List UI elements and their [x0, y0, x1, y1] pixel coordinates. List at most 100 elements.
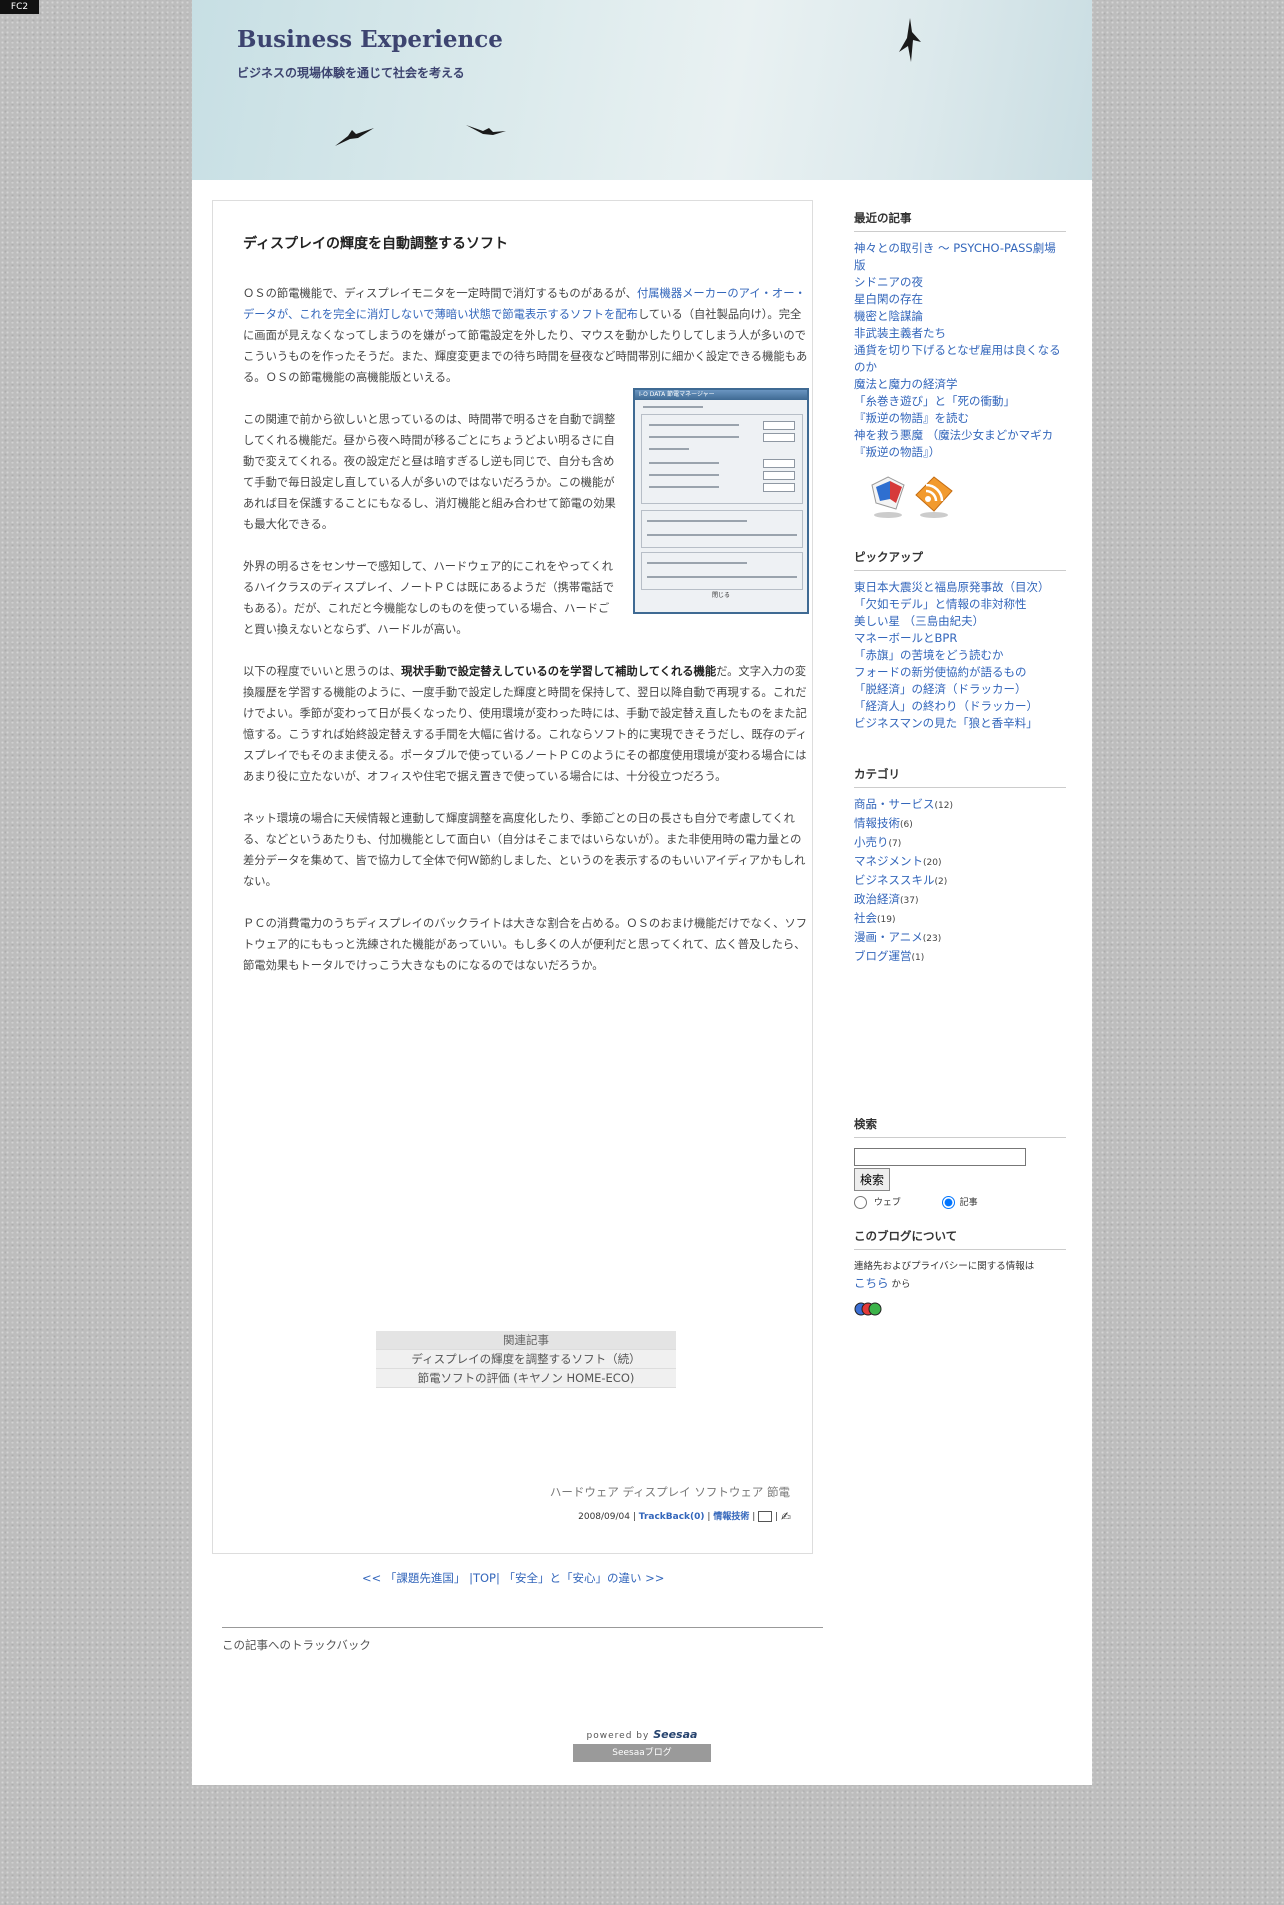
software-screenshot: I-O DATA 節電マネージャー 閉じる [633, 388, 809, 614]
post-meta: 2008/09/04 | TrackBack(0) | 情報技術 | | ✍ [578, 1509, 791, 1524]
about-link[interactable]: こちら [854, 1276, 889, 1290]
fc2-counter-icon[interactable] [854, 1301, 882, 1317]
search-scope: ウェブ 記事 [854, 1195, 1066, 1209]
category-link[interactable]: 漫画・アニメ [854, 930, 923, 944]
pickup-link[interactable]: 「赤旗」の苦境をどう読むか [854, 647, 1066, 664]
page-container: Business Experience ビジネスの現場体験を通じて社会を考える … [192, 0, 1092, 1785]
screenshot-close-label: 閉じる [711, 592, 730, 599]
category-section: カテゴリ 商品・サービス(12) 情報技術(6) 小売り(7) マネジメント(2… [854, 766, 1066, 967]
recent-article-link[interactable]: 「糸巻き遊び」と「死の衝動」 [854, 393, 1066, 410]
category-count: (6) [900, 820, 913, 830]
post-tags[interactable]: ハードウェア ディスプレイ ソフトウェア 節電 [550, 1484, 790, 1500]
trackback-section-title: この記事へのトラックバック [222, 1638, 371, 1652]
recent-article-link[interactable]: 神々との取引き ～ PSYCHO-PASS劇場版 [854, 240, 1066, 274]
category-count: (23) [922, 934, 942, 944]
top-link[interactable]: |TOP| [469, 1571, 500, 1585]
recent-article-link[interactable]: 神を救う悪魔 （魔法少女まどかマギカ『叛逆の物語』） [854, 427, 1066, 461]
pickup-link[interactable]: 美しい星 （三島由紀夫） [854, 613, 1066, 630]
about-section: このブログについて 連絡先およびプライバシーに関する情報は こちら から [854, 1228, 1066, 1321]
recent-article-link[interactable]: 魔法と魔力の経済学 [854, 376, 1066, 393]
pickup-link[interactable]: 「経済人」の終わり（ドラッカー） [854, 698, 1066, 715]
category-link[interactable]: 小売り [854, 835, 889, 849]
category-item: 漫画・アニメ(23) [854, 929, 1066, 948]
paragraph: ＰＣの消費電力のうちディスプレイのバックライトは大きな割合を占める。ＯＳのおまけ… [243, 917, 808, 972]
bird-icon [466, 125, 506, 135]
pickup-link[interactable]: 「脱経済」の経済（ドラッカー） [854, 681, 1066, 698]
pickup-link[interactable]: 「欠如モデル」と情報の非対称性 [854, 596, 1066, 613]
article: ディスプレイの輝度を自動調整するソフト ＯＳの節電機能で、ディスプレイモニタを一… [212, 200, 813, 1554]
prev-post-link[interactable]: << 「課題先進国」 [362, 1571, 465, 1585]
post-navigation: << 「課題先進国」 |TOP| 「安全」と「安心」の違い >> [362, 1570, 664, 1586]
category-link[interactable]: 政治経済 [854, 892, 900, 906]
category-item: 商品・サービス(12) [854, 796, 1066, 815]
bird-icon [899, 18, 921, 62]
blog-subtitle: ビジネスの現場体験を通じて社会を考える [237, 66, 465, 80]
recent-article-link[interactable]: 星白閑の存在 [854, 291, 1066, 308]
post-date: 2008/09/04 [578, 1512, 630, 1522]
related-article-link[interactable]: ディスプレイの輝度を調整するソフト（続） [376, 1350, 676, 1369]
bird-icon [335, 128, 374, 146]
paragraph: 以下の程度でいいと思うのは、現状手動で設定替えしているのを学習して補助してくれる… [243, 665, 808, 783]
category-title: カテゴリ [854, 766, 1066, 788]
category-item: 小売り(7) [854, 834, 1066, 853]
radio-web[interactable] [854, 1195, 867, 1209]
category-link[interactable]: ビジネススキル [854, 873, 935, 887]
share-icon[interactable]: ✍ [781, 1510, 791, 1524]
category-link[interactable]: ブログ運営 [854, 949, 912, 963]
search-title: 検索 [854, 1116, 1066, 1138]
divider [222, 1627, 823, 1628]
category-count: (7) [888, 839, 902, 849]
seesaa-blog-link[interactable]: Seesaaブログ [573, 1744, 711, 1762]
category-count: (20) [923, 858, 942, 868]
pickup-link[interactable]: 東日本大震災と福島原発事故（目次） [854, 579, 1066, 596]
category-link[interactable]: 情報技術 [854, 816, 900, 830]
category-count: (2) [934, 877, 948, 887]
search-button[interactable]: 検索 [854, 1167, 891, 1191]
category-item: 社会(19) [854, 910, 1066, 929]
feed-icons [854, 473, 1066, 523]
category-item: 政治経済(37) [854, 891, 1066, 910]
category-link[interactable]: 情報技術 [713, 1512, 749, 1522]
seesaa-logo: Seesaa [653, 1728, 698, 1741]
trackback-link[interactable]: TrackBack(0) [639, 1512, 705, 1522]
fc2-badge[interactable]: FC2 [0, 0, 39, 14]
related-header: 関連記事 [376, 1331, 676, 1350]
radio-blog[interactable] [941, 1195, 955, 1209]
category-item: 情報技術(6) [854, 815, 1066, 834]
recent-articles-title: 最近の記事 [854, 210, 1066, 232]
category-item: マネジメント(20) [854, 853, 1066, 872]
next-post-link[interactable]: 「安全」と「安心」の違い >> [504, 1571, 665, 1585]
recent-article-link[interactable]: 『叛逆の物語』を読む [854, 410, 1066, 427]
paragraph: ＯＳの節電機能で、ディスプレイモニタを一定時間で消灯するものがあるが、付属機器メ… [243, 287, 808, 384]
search-section: 検索 検索 ウェブ 記事 [854, 1116, 1066, 1209]
paragraph: ネット環境の場合に天候情報と連動して輝度調整を高度化したり、季節ごとの日の長さも… [243, 812, 806, 888]
recent-article-link[interactable]: 非武装主義者たち [854, 325, 1066, 342]
recent-article-link[interactable]: 機密と陰謀論 [854, 308, 1066, 325]
category-item: ビジネススキル(2) [854, 872, 1066, 891]
post-body: ＯＳの節電機能で、ディスプレイモニタを一定時間で消灯するものがあるが、付属機器メ… [243, 283, 809, 997]
recent-article-link[interactable]: 通貨を切り下げるとなぜ雇用は良くなるのか [854, 342, 1066, 376]
bookmark-icon[interactable] [758, 1511, 773, 1522]
pickup-link[interactable]: フォードの新労使協約が語るもの [854, 664, 1066, 681]
related-article-link[interactable]: 節電ソフトの評価 (キヤノン HOME-ECO) [376, 1369, 676, 1388]
seesaa-banner[interactable]: powered by Seesaa Seesaaブログ [573, 1726, 711, 1762]
category-link[interactable]: 社会 [854, 911, 877, 925]
pickup-title: ピックアップ [854, 549, 1066, 571]
pickup-link[interactable]: マネーボールとBPR [854, 630, 1066, 647]
search-input[interactable] [854, 1147, 1026, 1166]
blog-title[interactable]: Business Experience [237, 26, 503, 53]
category-count: (12) [934, 801, 953, 811]
pickup-link[interactable]: ビジネスマンの見た「狼と香辛料」 [854, 715, 1066, 732]
screenshot-titlebar: I-O DATA 節電マネージャー [635, 390, 807, 400]
bookmark-cube-icon[interactable] [868, 473, 908, 519]
category-count: (19) [877, 915, 896, 925]
related-articles: 関連記事 ディスプレイの輝度を調整するソフト（続） 節電ソフトの評価 (キヤノン… [376, 1331, 676, 1388]
recent-article-link[interactable]: シドニアの夜 [854, 274, 1066, 291]
category-link[interactable]: マネジメント [854, 854, 923, 868]
pickup-section: ピックアップ 東日本大震災と福島原発事故（目次） 「欠如モデル」と情報の非対称性… [854, 549, 1066, 732]
post-title: ディスプレイの輝度を自動調整するソフト [243, 236, 509, 252]
rss-feed-icon[interactable] [912, 473, 956, 519]
category-count: (1) [911, 953, 925, 963]
category-link[interactable]: 商品・サービス [854, 797, 935, 811]
blog-header: Business Experience ビジネスの現場体験を通じて社会を考える [192, 0, 1092, 180]
